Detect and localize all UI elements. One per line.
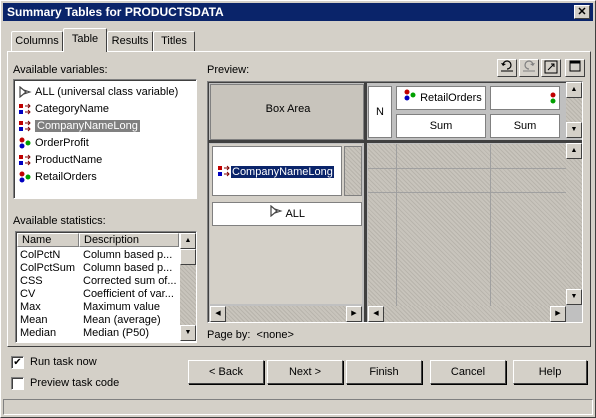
variable-item-all[interactable]: ALL (universal class variable) — [18, 84, 178, 100]
scroll-thumb[interactable] — [180, 249, 196, 265]
scroll-left-icon[interactable]: ◀ — [368, 306, 384, 322]
analysis-variable-icon — [547, 92, 557, 107]
variables-label: Available variables: — [13, 64, 108, 76]
splitter-horizontal[interactable] — [208, 140, 582, 143]
preview-label: Preview: — [207, 64, 250, 76]
table-row[interactable]: Max Maximum value — [16, 301, 194, 314]
swap-icon[interactable] — [541, 59, 561, 77]
status-bar — [3, 399, 593, 415]
class-variable-icon — [217, 165, 231, 180]
window-title: Summary Tables for PRODUCTSDATA — [7, 5, 224, 19]
next-button[interactable]: Next > — [267, 360, 343, 384]
close-icon: ✕ — [577, 6, 587, 18]
column-variable-cell-2[interactable] — [490, 86, 560, 110]
run-task-now-checkbox[interactable]: ✔ — [11, 356, 24, 369]
tab-titles[interactable]: Titles — [153, 31, 195, 51]
table-row[interactable]: ColPctSum Column based p... — [16, 262, 194, 275]
variable-item-companynamelong[interactable]: CompanyNameLong — [18, 118, 140, 134]
variable-item-categoryname[interactable]: CategoryName — [18, 101, 109, 117]
data-h-scrollbar[interactable]: ◀ ▶ — [368, 306, 566, 322]
finish-button[interactable]: Finish — [346, 360, 422, 384]
scroll-down-icon[interactable]: ▼ — [180, 325, 196, 341]
class-variable-icon — [18, 120, 32, 132]
variable-item-orderprofit[interactable]: OrderProfit — [18, 135, 89, 151]
variable-item-retailorders[interactable]: RetailOrders — [18, 169, 97, 185]
redo-icon[interactable] — [519, 59, 539, 77]
table-row[interactable]: Mean Mean (average) — [16, 314, 194, 327]
title-bar: Summary Tables for PRODUCTSDATA ✕ — [3, 3, 593, 21]
variables-list[interactable]: ALL (universal class variable) CategoryN… — [13, 79, 197, 199]
all-class-icon — [269, 203, 283, 225]
column-header-description[interactable]: Description — [79, 233, 179, 247]
statistics-header: Name Description — [17, 233, 179, 247]
box-area[interactable]: Box Area — [210, 84, 364, 140]
class-variable-icon — [18, 154, 32, 166]
all-row-cell[interactable]: ALL — [212, 202, 362, 226]
scroll-right-icon[interactable]: ▶ — [346, 306, 362, 322]
preview-task-code-checkbox[interactable] — [11, 377, 24, 390]
row-header-h-scrollbar[interactable]: ◀ ▶ — [210, 306, 362, 322]
scroll-right-icon[interactable]: ▶ — [550, 306, 566, 322]
row-header-spacer — [344, 146, 362, 196]
page-by-label: Page by: <none> — [207, 329, 294, 341]
statistics-scrollbar[interactable]: ▲ ▼ — [180, 233, 196, 341]
close-button[interactable]: ✕ — [574, 5, 590, 19]
table-row[interactable]: Median Median (P50) — [16, 327, 194, 340]
page-by-value: <none> — [256, 329, 294, 341]
column-variable-cell[interactable]: RetailOrders — [396, 86, 486, 110]
back-button[interactable]: < Back — [188, 360, 264, 384]
scroll-up-icon[interactable]: ▲ — [566, 143, 582, 159]
maximize-icon[interactable] — [565, 59, 585, 77]
undo-icon[interactable] — [497, 59, 517, 77]
analysis-variable-icon — [18, 137, 32, 149]
tab-results[interactable]: Results — [107, 31, 153, 51]
scroll-left-icon[interactable]: ◀ — [210, 306, 226, 322]
tab-table[interactable]: Table — [63, 28, 107, 52]
statistics-label: Available statistics: — [13, 215, 106, 227]
scroll-down-icon[interactable]: ▼ — [566, 122, 582, 138]
preview-task-code-label: Preview task code — [30, 377, 120, 389]
analysis-variable-icon — [403, 87, 417, 109]
column-header-name[interactable]: Name — [17, 233, 79, 247]
table-row[interactable]: CV Coefficient of var... — [16, 288, 194, 301]
tab-columns[interactable]: Columns — [11, 31, 63, 51]
variable-item-productname[interactable]: ProductName — [18, 152, 102, 168]
sum-cell[interactable]: Sum — [490, 114, 560, 138]
scroll-down-icon[interactable]: ▼ — [566, 289, 582, 305]
help-button[interactable]: Help — [513, 360, 587, 384]
preview-area[interactable]: Box Area N RetailOrders Sum Sum CompanyN… — [207, 81, 583, 323]
analysis-variable-icon — [18, 171, 32, 183]
scroll-up-icon[interactable]: ▲ — [566, 82, 582, 98]
cancel-button[interactable]: Cancel — [430, 360, 506, 384]
column-header-scrollbar[interactable]: ▲ ▼ — [566, 82, 582, 138]
n-header-cell[interactable]: N — [368, 86, 392, 138]
table-row[interactable]: CSS Corrected sum of... — [16, 275, 194, 288]
run-task-now-label: Run task now — [30, 356, 97, 368]
statistics-list[interactable]: Name Description ColPctN Column based p..… — [15, 231, 197, 343]
scroll-up-icon[interactable]: ▲ — [180, 233, 196, 249]
class-variable-icon — [18, 103, 32, 115]
data-vertical-scrollbar[interactable]: ▲ ▼ — [566, 143, 582, 305]
table-row[interactable]: ColPctN Column based p... — [16, 249, 194, 262]
all-class-icon — [18, 85, 32, 99]
dialog-window: Summary Tables for PRODUCTSDATA ✕ Column… — [0, 0, 596, 418]
sum-cell[interactable]: Sum — [396, 114, 486, 138]
splitter-vertical[interactable] — [364, 82, 367, 322]
data-grid — [368, 144, 566, 306]
row-variable-cell[interactable]: CompanyNameLong — [212, 146, 342, 196]
